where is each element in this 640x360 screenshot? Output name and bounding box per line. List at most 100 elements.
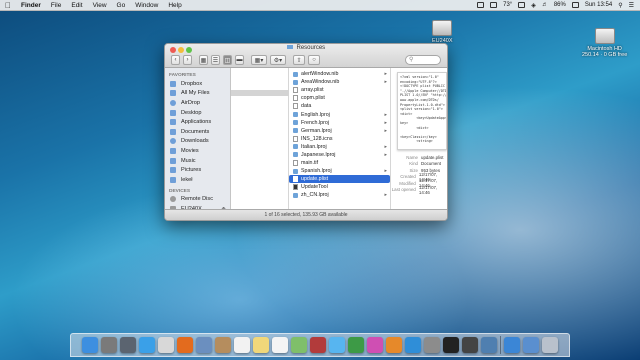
notes-icon[interactable]	[253, 337, 269, 353]
sidebar-item-movies[interactable]: Movies	[165, 146, 230, 156]
calendar-icon[interactable]	[234, 337, 250, 353]
battery-percent[interactable]: 86%	[554, 2, 566, 8]
dropbox-icon	[170, 80, 176, 87]
document-icon	[293, 135, 298, 142]
file-row-selected[interactable]: update.plist	[289, 175, 390, 184]
sidebar-item-desktop[interactable]: Desktop	[165, 108, 230, 118]
info-key: Kind	[409, 161, 418, 167]
desktop-drive-macintosh-hd[interactable]: Macintosh HD 250.14 · 0 GB free	[582, 28, 627, 58]
sidebar-item-label: AirDrop	[181, 99, 200, 106]
photo-booth-icon[interactable]	[310, 337, 326, 353]
file-row[interactable]: UpdateTool	[289, 183, 390, 191]
sidebar-item-documents[interactable]: Documents	[165, 127, 230, 137]
file-row[interactable]: array.plist	[289, 86, 390, 94]
menu-app-finder[interactable]: Finder	[16, 2, 46, 9]
ibooks-icon[interactable]	[386, 337, 402, 353]
file-row[interactable]: French.lproj ▸	[289, 119, 390, 127]
contacts-icon[interactable]	[215, 337, 231, 353]
launchpad-icon[interactable]	[101, 337, 117, 353]
action-button[interactable]: ⚙▾	[270, 55, 286, 65]
sidebar-item-downloads[interactable]: Downloads	[165, 137, 230, 147]
sidebar-item-pictures[interactable]: Pictures	[165, 165, 230, 175]
sidebar-item-airdrop[interactable]: AirDrop	[165, 98, 230, 108]
screenshot-icon[interactable]	[481, 337, 497, 353]
spotlight-icon[interactable]: ⚲	[618, 2, 622, 9]
file-row[interactable]: main.tif	[289, 159, 390, 167]
terminal-icon[interactable]	[443, 337, 459, 353]
file-row[interactable]: AreaWindow.nib ▸	[289, 78, 390, 86]
finder-icon[interactable]	[82, 337, 98, 353]
sidebar-item-music[interactable]: Music	[165, 156, 230, 166]
downloads-stack-icon[interactable]	[504, 337, 520, 353]
messages-icon[interactable]	[329, 337, 345, 353]
notification-center-icon[interactable]: ☰	[629, 2, 634, 9]
column-parent[interactable]	[231, 68, 289, 209]
file-row[interactable]: INS_128.icns	[289, 135, 390, 143]
search-input[interactable]: ⚲	[405, 55, 441, 65]
view-icons-button[interactable]: ▦	[199, 55, 208, 65]
desktop-drive-eu240x[interactable]: EU240X	[432, 20, 453, 44]
menu-go[interactable]: Go	[112, 2, 131, 9]
firefox-icon[interactable]	[177, 337, 193, 353]
sidebar-item-dropbox[interactable]: Dropbox	[165, 79, 230, 89]
back-button[interactable]: ‹	[171, 55, 180, 65]
system-preferences-icon[interactable]	[424, 337, 440, 353]
trash-icon[interactable]	[542, 337, 558, 353]
view-columns-button[interactable]: ◫	[223, 55, 232, 65]
chrome-icon[interactable]	[158, 337, 174, 353]
file-row[interactable]: Spanish.lproj ▸	[289, 167, 390, 175]
file-row[interactable]: data	[289, 102, 390, 110]
display-icon[interactable]	[490, 2, 498, 8]
tags-button[interactable]: ○	[308, 55, 320, 65]
list-icon: ☰	[212, 57, 219, 64]
column-files[interactable]: alertWindow.nib ▸ AreaWindow.nib ▸ array.p…	[289, 68, 391, 209]
menu-help[interactable]: Help	[163, 2, 186, 9]
maps-icon[interactable]	[291, 337, 307, 353]
sidebar-item-label: Desktop	[181, 109, 202, 116]
forward-button[interactable]: ›	[183, 55, 192, 65]
sidebar-item-all-my-files[interactable]: All My Files	[165, 89, 230, 99]
activity-monitor-icon[interactable]	[462, 337, 478, 353]
view-list-button[interactable]: ☰	[211, 55, 220, 65]
volume-icon[interactable]: ♬	[542, 2, 548, 8]
sidebar-item-remote-disc[interactable]: Remote Disc	[165, 195, 230, 205]
file-preview[interactable]: <?xml version="1.0" encoding="UTF-8"?> <…	[397, 72, 447, 150]
app-store-icon[interactable]	[405, 337, 421, 353]
sidebar-item-home[interactable]: lekeł	[165, 175, 230, 185]
documents-stack-icon[interactable]	[523, 337, 539, 353]
itunes-icon[interactable]	[367, 337, 383, 353]
facetime-icon[interactable]	[348, 337, 364, 353]
safari-icon[interactable]	[139, 337, 155, 353]
menu-file[interactable]: File	[46, 2, 66, 9]
info-key: Name	[406, 154, 418, 160]
file-row[interactable]: Japanese.lproj ▸	[289, 151, 390, 159]
bluetooth-icon[interactable]	[518, 2, 526, 8]
window-title: Resources	[165, 45, 447, 51]
tag-icon: ○	[312, 57, 316, 63]
file-row[interactable]: zh_CN.lproj ▸	[289, 191, 390, 199]
clock[interactable]: Sun 13:54	[585, 2, 612, 8]
window-titlebar[interactable]: Resources ‹ › ▦ ☰ ◫ ▬ ▦▾ ⚙▾ ⇧ ○ ⚲	[165, 44, 447, 68]
wifi-icon[interactable]: ◈	[531, 2, 536, 9]
menu-edit[interactable]: Edit	[66, 2, 87, 9]
file-row[interactable]: English.lproj ▸	[289, 110, 390, 118]
share-button[interactable]: ⇧	[293, 55, 305, 65]
temperature-readout[interactable]: 73°	[503, 2, 512, 8]
view-coverflow-button[interactable]: ▬	[235, 55, 244, 65]
file-name: update.plist	[301, 176, 329, 183]
dropbox-status-icon[interactable]	[477, 2, 485, 8]
menu-view[interactable]: View	[88, 2, 112, 9]
apple-menu-icon[interactable]: 	[0, 1, 16, 10]
coverflow-icon: ▬	[236, 57, 243, 63]
file-row[interactable]: copm.plist	[289, 94, 390, 102]
reminders-icon[interactable]	[272, 337, 288, 353]
file-row[interactable]: German.lproj ▸	[289, 127, 390, 135]
battery-icon[interactable]	[571, 2, 579, 8]
sidebar-item-applications[interactable]: Applications	[165, 117, 230, 127]
file-row[interactable]: alertWindow.nib ▸	[289, 70, 390, 78]
mail-icon[interactable]	[196, 337, 212, 353]
file-row[interactable]: Italian.lproj ▸	[289, 143, 390, 151]
menu-window[interactable]: Window	[130, 2, 163, 9]
arrange-button[interactable]: ▦▾	[251, 55, 267, 65]
mission-control-icon[interactable]	[120, 337, 136, 353]
